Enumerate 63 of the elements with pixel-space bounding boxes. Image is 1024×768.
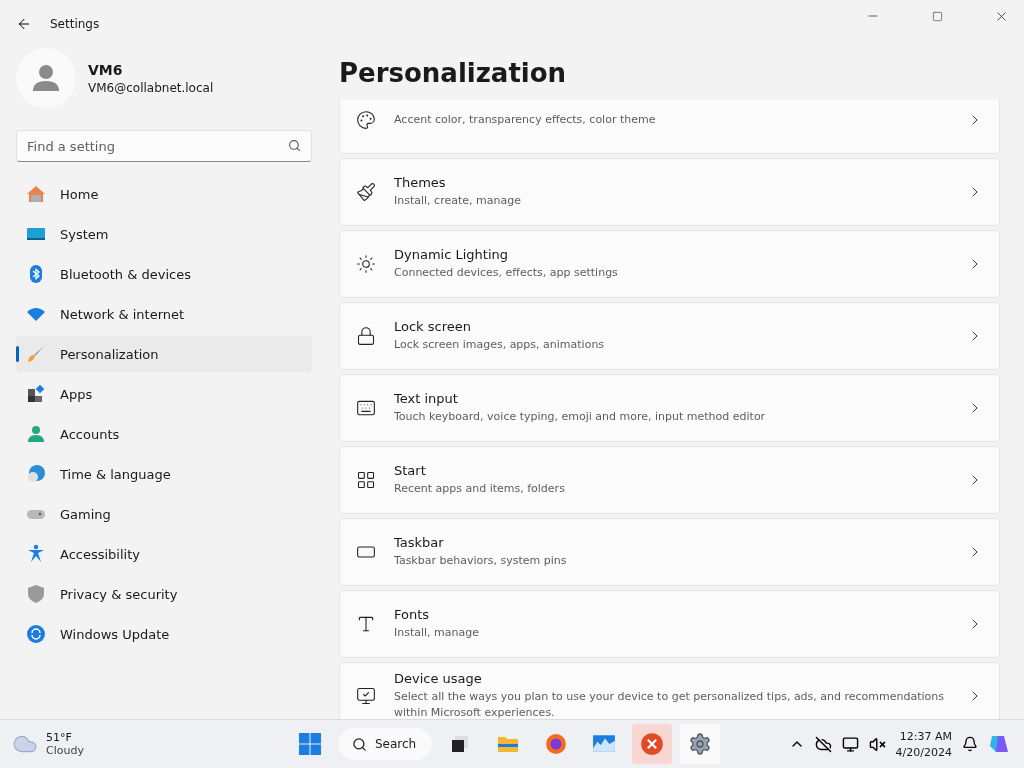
settings-card[interactable]: Dynamic Lighting Connected devices, effects, app settings bbox=[339, 230, 1000, 298]
nav-item[interactable]: Network & internet bbox=[16, 296, 312, 332]
settings-card[interactable]: Accent color, transparency effects, color theme bbox=[339, 100, 1000, 154]
temperature: 51°F bbox=[46, 731, 73, 744]
settings-card[interactable]: Start Recent apps and items, folders bbox=[339, 446, 1000, 514]
nav-item[interactable]: Windows Update bbox=[16, 616, 312, 652]
cloud-off-icon[interactable] bbox=[814, 735, 832, 753]
font-icon bbox=[356, 614, 376, 634]
keyboard-icon bbox=[356, 398, 376, 418]
settings-card[interactable]: Themes Install, create, manage bbox=[339, 158, 1000, 226]
settings-app-button[interactable] bbox=[680, 724, 721, 764]
nav-item[interactable]: Home bbox=[16, 176, 312, 212]
window-title: Settings bbox=[50, 17, 100, 31]
settings-card[interactable]: Fonts Install, manage bbox=[339, 590, 1000, 658]
shield-icon bbox=[26, 584, 46, 604]
apps-icon bbox=[26, 384, 46, 404]
mute-icon[interactable] bbox=[868, 735, 886, 753]
user-email: VM6@collabnet.local bbox=[88, 80, 214, 95]
nav-item[interactable]: Accessibility bbox=[16, 536, 312, 572]
clock-date[interactable]: 4/20/2024 bbox=[895, 745, 952, 759]
sun-icon bbox=[356, 254, 376, 274]
nav-item[interactable]: System bbox=[16, 216, 312, 252]
error-app-button[interactable] bbox=[632, 724, 673, 764]
weather-condition: Cloudy bbox=[46, 744, 84, 757]
selection-indicator bbox=[16, 346, 19, 362]
paintbrush-icon bbox=[356, 182, 376, 202]
update-icon bbox=[26, 624, 46, 644]
house-icon bbox=[26, 184, 46, 204]
gear-icon bbox=[688, 732, 713, 756]
nav-item[interactable]: Time & language bbox=[16, 456, 312, 492]
nav-item[interactable]: Apps bbox=[16, 376, 312, 412]
accessibility-icon bbox=[26, 544, 46, 564]
nav-item[interactable]: Gaming bbox=[16, 496, 312, 532]
monitor-icon[interactable] bbox=[841, 735, 859, 753]
page-title: Personalization bbox=[339, 57, 567, 90]
nav-item[interactable]: Privacy & security bbox=[16, 576, 312, 612]
folder-icon bbox=[497, 734, 520, 754]
search-icon bbox=[352, 736, 367, 752]
start-menu-icon bbox=[356, 470, 376, 490]
browser-icon bbox=[545, 733, 568, 755]
error-icon bbox=[640, 732, 665, 756]
chart-window-icon bbox=[592, 733, 617, 755]
search-field[interactable]: Find a setting bbox=[16, 130, 312, 162]
lock-screen-icon bbox=[356, 326, 376, 346]
paintbrush-icon bbox=[26, 344, 46, 364]
nav-item[interactable]: Bluetooth & devices bbox=[16, 256, 312, 292]
clock-time[interactable]: 12:37 AM bbox=[899, 729, 952, 743]
user-name: VM6 bbox=[88, 61, 124, 78]
settings-card[interactable]: Lock screen Lock screen images, apps, animations bbox=[339, 302, 1000, 370]
palette-icon bbox=[356, 110, 376, 130]
restore-icon bbox=[931, 10, 943, 22]
back-icon[interactable] bbox=[16, 16, 32, 32]
task-view-icon bbox=[450, 734, 471, 754]
windows-icon bbox=[298, 732, 322, 756]
taskbar-search-button[interactable]: Search bbox=[338, 728, 433, 760]
settings-card[interactable]: Device usage Select all the ways you plan to use your device to get personalized tips, ads, and recommendations within Microsoft experiences. bbox=[339, 662, 1000, 719]
person-icon bbox=[26, 424, 46, 444]
search-icon bbox=[288, 139, 301, 152]
settings-card[interactable]: Taskbar Taskbar behaviors, system pins bbox=[339, 518, 1000, 586]
bell-icon[interactable] bbox=[962, 736, 978, 752]
nav-item[interactable]: Personalization bbox=[16, 336, 312, 372]
nav-item[interactable]: Accounts bbox=[16, 416, 312, 452]
settings-card[interactable]: Text input Touch keyboard, voice typing, emoji and more, input method editor bbox=[339, 374, 1000, 442]
